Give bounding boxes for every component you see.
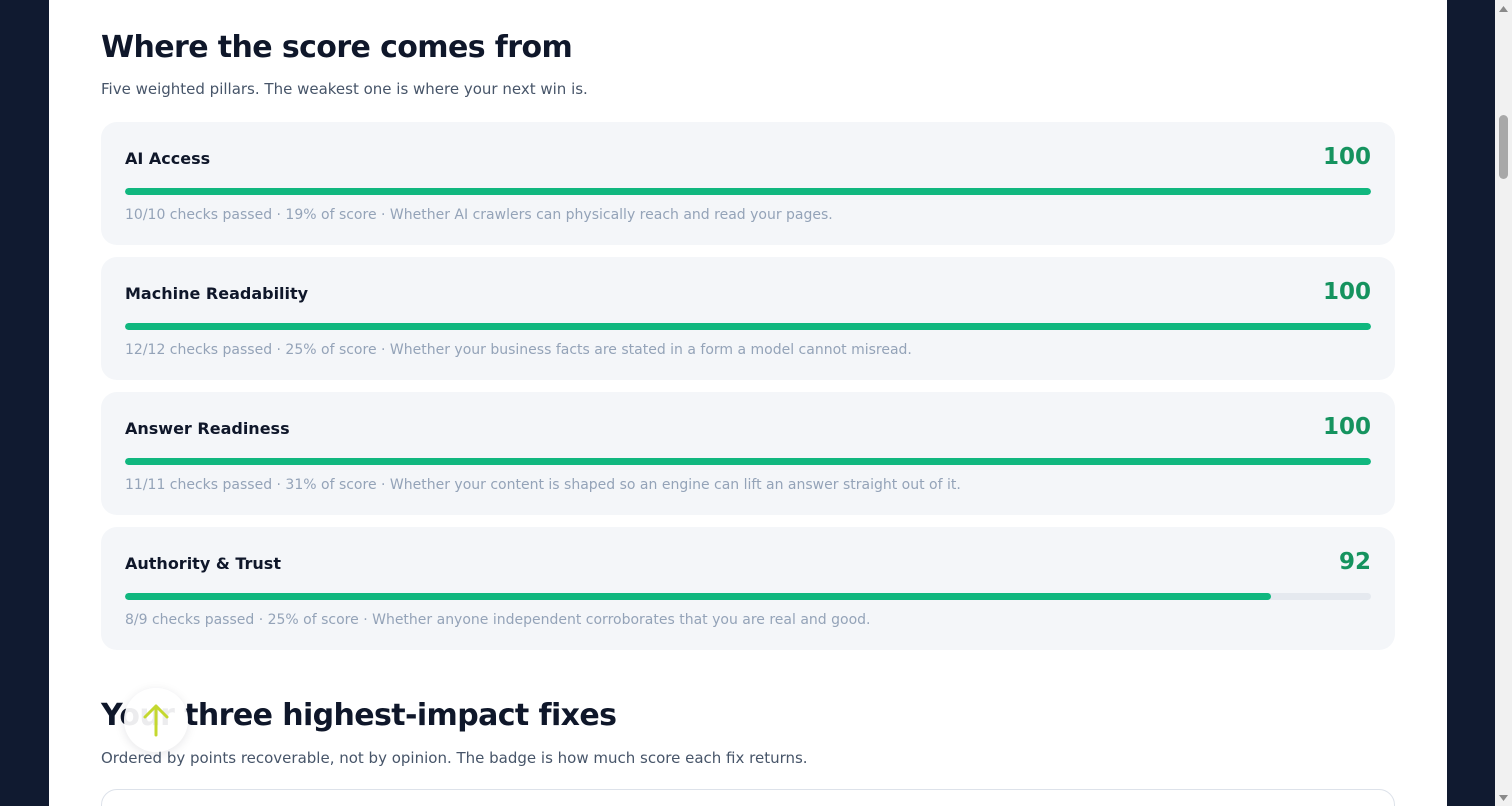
scroll-up-arrow-icon[interactable] (1495, 0, 1512, 17)
pillar-card-machine-readability: Machine Readability 100 12/12 checks pas… (101, 257, 1395, 380)
pillar-name: Authority & Trust (125, 554, 281, 573)
browser-viewport: Where the score comes from Five weighted… (0, 0, 1512, 806)
pillar-meta: 10/10 checks passed · 19% of score · Whe… (125, 207, 833, 223)
pillar-progress-track (125, 188, 1371, 195)
pillar-score: 100 (1322, 279, 1371, 305)
top-fixes-subtitle: Ordered by points recoverable, not by op… (101, 749, 808, 767)
report-page: Where the score comes from Five weighted… (49, 0, 1447, 806)
pillar-card-answer-readiness: Answer Readiness 100 11/11 checks passed… (101, 392, 1395, 515)
pillar-name: Machine Readability (125, 284, 309, 303)
pillar-meta: 11/11 checks passed · 31% of score · Whe… (125, 477, 961, 493)
pillar-meta: 12/12 checks passed · 25% of score · Whe… (125, 342, 912, 358)
score-breakdown-title: Where the score comes from (101, 30, 573, 65)
pillar-list: AI Access 100 10/10 checks passed · 19% … (101, 122, 1395, 662)
pillar-progress-fill (125, 323, 1371, 330)
scrollbar-thumb[interactable] (1499, 115, 1508, 179)
pillar-card-ai-access: AI Access 100 10/10 checks passed · 19% … (101, 122, 1395, 245)
pillar-score: 100 (1322, 414, 1371, 440)
fix-card (101, 789, 1395, 806)
pillar-progress-fill (125, 458, 1371, 465)
page-scrollbar[interactable] (1495, 0, 1512, 806)
pillar-progress-track (125, 593, 1371, 600)
pillar-progress-fill (125, 188, 1371, 195)
scroll-down-arrow-icon[interactable] (1495, 789, 1512, 806)
pillar-name: Answer Readiness (125, 419, 290, 438)
pillar-progress-track (125, 323, 1371, 330)
arrow-up-icon (143, 704, 169, 737)
pillar-score: 92 (1338, 549, 1371, 575)
score-breakdown-subtitle: Five weighted pillars. The weakest one i… (101, 80, 588, 98)
pillar-progress-track (125, 458, 1371, 465)
pillar-progress-fill (125, 593, 1272, 600)
pillar-name: AI Access (125, 149, 211, 168)
pillar-score: 100 (1322, 144, 1371, 170)
pillar-meta: 8/9 checks passed · 25% of score · Wheth… (125, 612, 871, 628)
pillar-card-authority-trust: Authority & Trust 92 8/9 checks passed ·… (101, 527, 1395, 650)
scroll-to-top-button[interactable] (124, 688, 188, 752)
